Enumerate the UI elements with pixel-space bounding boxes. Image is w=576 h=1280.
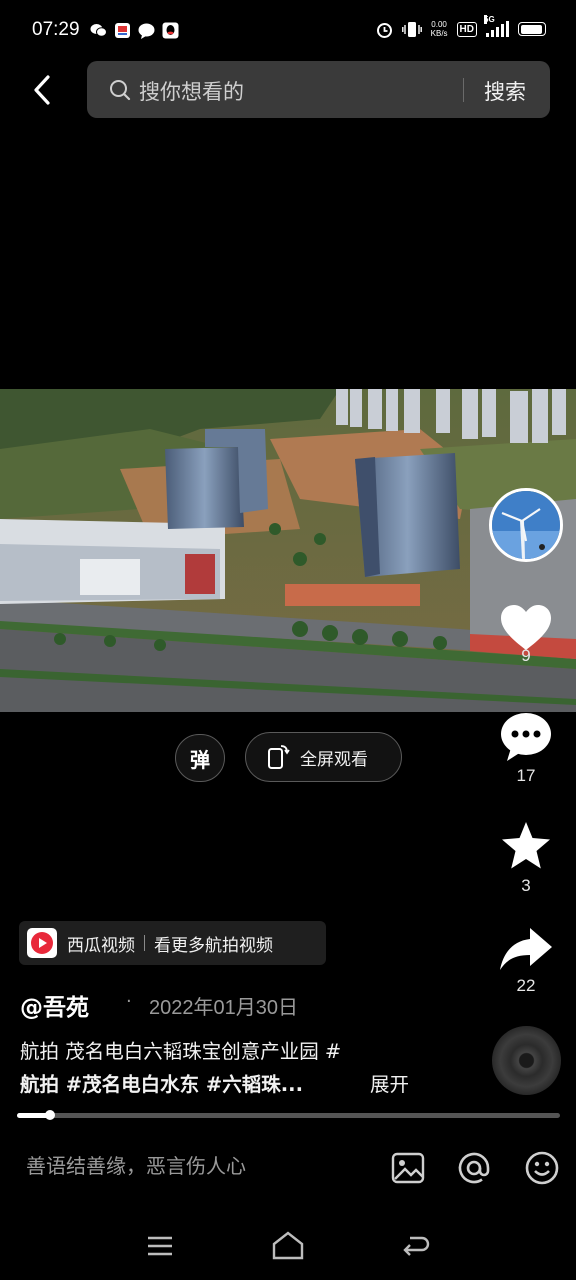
signal-icon: 5G [484,15,509,37]
message-icon [138,22,155,39]
system-status-icons: 0.00 KB/s HD 5G [376,15,546,38]
author-avatar[interactable] [489,488,563,562]
app-notification-icon [114,22,131,39]
notification-icons [90,22,179,39]
net-speed: 0.00 KB/s [431,20,448,38]
search-divider [463,78,464,102]
search-bar[interactable]: 搜你想看的 搜索 [87,61,550,118]
fullscreen-label: 全屏观看 [300,749,368,770]
battery-icon [518,22,546,36]
vibrate-icon [401,21,422,37]
back-button[interactable] [22,70,62,110]
progress-handle[interactable] [44,1110,55,1120]
menu-icon[interactable] [147,1236,173,1256]
source-name: 西瓜视频 [67,935,135,956]
net-speed-value: 0.00 [431,20,447,29]
caption-line-2: 航拍 #茂名电白水东 #六韬珠... [20,1073,303,1096]
emoji-icon[interactable] [524,1150,560,1186]
back-nav-icon[interactable] [402,1234,430,1258]
like-action[interactable]: 9 [490,604,562,666]
alarm-icon [376,22,392,38]
share-count: 22 [516,976,536,995]
search-input[interactable]: 搜你想看的 [139,76,244,106]
music-disc[interactable] [492,1026,561,1095]
heart-icon [501,605,551,650]
post-date: 2022年01月30日 [149,997,298,1019]
comment-input[interactable]: 善语结善缘，恶言伤人心 [26,1150,246,1179]
favorite-action[interactable]: 3 [490,820,562,896]
author-name[interactable]: @吾苑 [20,988,89,1022]
source-pill[interactable]: 西瓜视频 看更多航拍视频 [19,921,326,965]
danmaku-toggle-button[interactable]: 弹 [175,734,225,782]
source-more-link[interactable]: 看更多航拍视频 [154,931,273,956]
status-time: 07:29 [32,19,80,40]
network-type: 5G [484,15,495,24]
search-icon [110,80,131,101]
caption-line-1: 航拍 茂名电白六韬珠宝创意产业园 # [20,1040,342,1063]
favorite-count: 3 [521,876,531,895]
progress-bar[interactable] [17,1110,560,1120]
search-button[interactable]: 搜索 [484,76,526,106]
xigua-logo-icon [27,928,57,958]
image-icon[interactable] [390,1150,426,1186]
home-icon[interactable] [270,1230,306,1260]
meta-separator: · [126,991,132,1012]
expand-button[interactable]: 展开 [370,1068,409,1097]
share-action[interactable]: 22 [490,926,562,996]
hd-badge: HD [456,21,477,37]
net-speed-unit: KB/s [430,29,448,38]
comment-bubble-icon [501,713,551,761]
mention-icon[interactable] [456,1150,492,1186]
star-icon [502,822,550,869]
comment-action[interactable]: 17 [490,712,562,786]
qq-icon [162,22,179,39]
wechat-icon [90,22,107,39]
status-bar: 07:29 0.00 KB/s HD 5G [0,0,576,62]
fullscreen-button[interactable]: 全屏观看 [245,732,402,782]
avatar-image [492,491,560,559]
chevron-left-icon [34,75,50,105]
comment-count: 17 [516,766,536,785]
like-count: 9 [521,646,531,665]
share-arrow-icon [500,928,552,970]
post-caption: 航拍 茂名电白六韬珠宝创意产业园 # 航拍 #茂名电白水东 #六韬珠... [20,1035,430,1101]
rotate-phone-icon [268,745,290,769]
source-divider [144,935,145,951]
